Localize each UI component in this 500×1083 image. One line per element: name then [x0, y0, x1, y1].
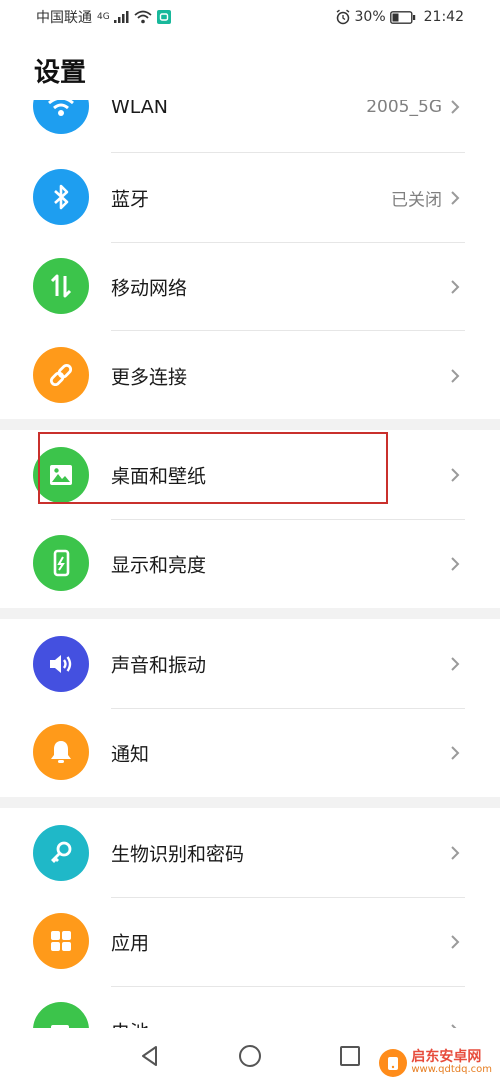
chevron-right-icon: [451, 556, 460, 571]
battery-percent: 30%: [354, 9, 386, 25]
settings-item-label: 声音和振动: [111, 654, 207, 676]
key-icon: [33, 825, 89, 881]
chevron-right-icon: [451, 100, 460, 114]
link-icon: [33, 347, 89, 403]
settings-item-notifications[interactable]: 通知: [0, 708, 500, 797]
settings-item-value: 2005_5G: [366, 100, 442, 117]
settings-item-apps[interactable]: 应用: [0, 897, 500, 986]
settings-item-more-connections[interactable]: 更多连接: [0, 331, 500, 420]
grid-icon: [33, 913, 89, 969]
carrier-name: 中国联通: [36, 10, 92, 26]
home-icon[interactable]: [237, 1043, 263, 1069]
transfer-arrows-icon: [33, 258, 89, 314]
clock: 21:42: [423, 9, 464, 25]
settings-item-label: 更多连接: [111, 366, 188, 388]
chevron-right-icon: [451, 845, 460, 860]
settings-item-bluetooth[interactable]: 蓝牙 已关闭: [0, 153, 500, 242]
chevron-right-icon: [451, 934, 460, 949]
chevron-right-icon: [451, 745, 460, 760]
chevron-right-icon: [451, 656, 460, 671]
watermark-url: www.qdtdq.com: [411, 1064, 492, 1076]
app-notification-icon: [156, 10, 171, 24]
highlight-box: [38, 432, 388, 504]
settings-item-mobile-network[interactable]: 移动网络: [0, 242, 500, 331]
settings-item-biometrics[interactable]: 生物识别和密码: [0, 808, 500, 897]
network-type: 4G: [97, 12, 110, 22]
watermark-logo-icon: [379, 1049, 408, 1077]
wifi-icon: [33, 100, 89, 134]
settings-item-sound[interactable]: 声音和振动: [0, 619, 500, 708]
page-title: 设置: [34, 58, 87, 88]
settings-item-label: 生物识别和密码: [111, 843, 245, 865]
battery-icon: [33, 1002, 89, 1030]
settings-list[interactable]: WLAN 2005_5G 蓝牙 已关闭 移动网络 更多连接 桌面和壁纸 显示和亮…: [0, 100, 500, 1030]
signal-icon: [113, 11, 129, 23]
chevron-right-icon: [451, 279, 460, 294]
wifi-status-icon: [134, 10, 152, 24]
settings-item-wlan[interactable]: WLAN 2005_5G: [0, 100, 500, 151]
settings-item-label: 移动网络: [111, 277, 188, 299]
bell-icon: [33, 724, 89, 780]
settings-item-label: 应用: [111, 932, 150, 954]
settings-item-label: 显示和亮度: [111, 554, 207, 576]
section-gap: [0, 608, 500, 619]
status-bar: 中国联通 4G 30% 21:42: [0, 0, 500, 34]
chevron-right-icon: [451, 467, 460, 482]
watermark: 启东安卓网 www.qdtdq.com: [379, 1049, 492, 1077]
battery-status-icon: [389, 10, 415, 24]
bluetooth-icon: [33, 169, 89, 225]
settings-item-battery[interactable]: 电池: [0, 986, 500, 1030]
chevron-right-icon: [451, 368, 460, 383]
chevron-right-icon: [451, 190, 460, 205]
watermark-name: 启东安卓网: [411, 1049, 482, 1066]
back-icon[interactable]: [138, 1044, 162, 1068]
settings-item-value: 已关闭: [391, 190, 442, 210]
speaker-icon: [33, 636, 89, 692]
settings-item-label: WLAN: [111, 100, 169, 118]
settings-item-label: 通知: [111, 743, 150, 765]
settings-item-label: 蓝牙: [111, 188, 150, 210]
settings-item-display[interactable]: 显示和亮度: [0, 519, 500, 608]
phone-brightness-icon: [33, 535, 89, 591]
alarm-icon: [336, 9, 349, 25]
section-gap: [0, 797, 500, 808]
recents-icon[interactable]: [338, 1044, 362, 1068]
section-gap: [0, 419, 500, 430]
